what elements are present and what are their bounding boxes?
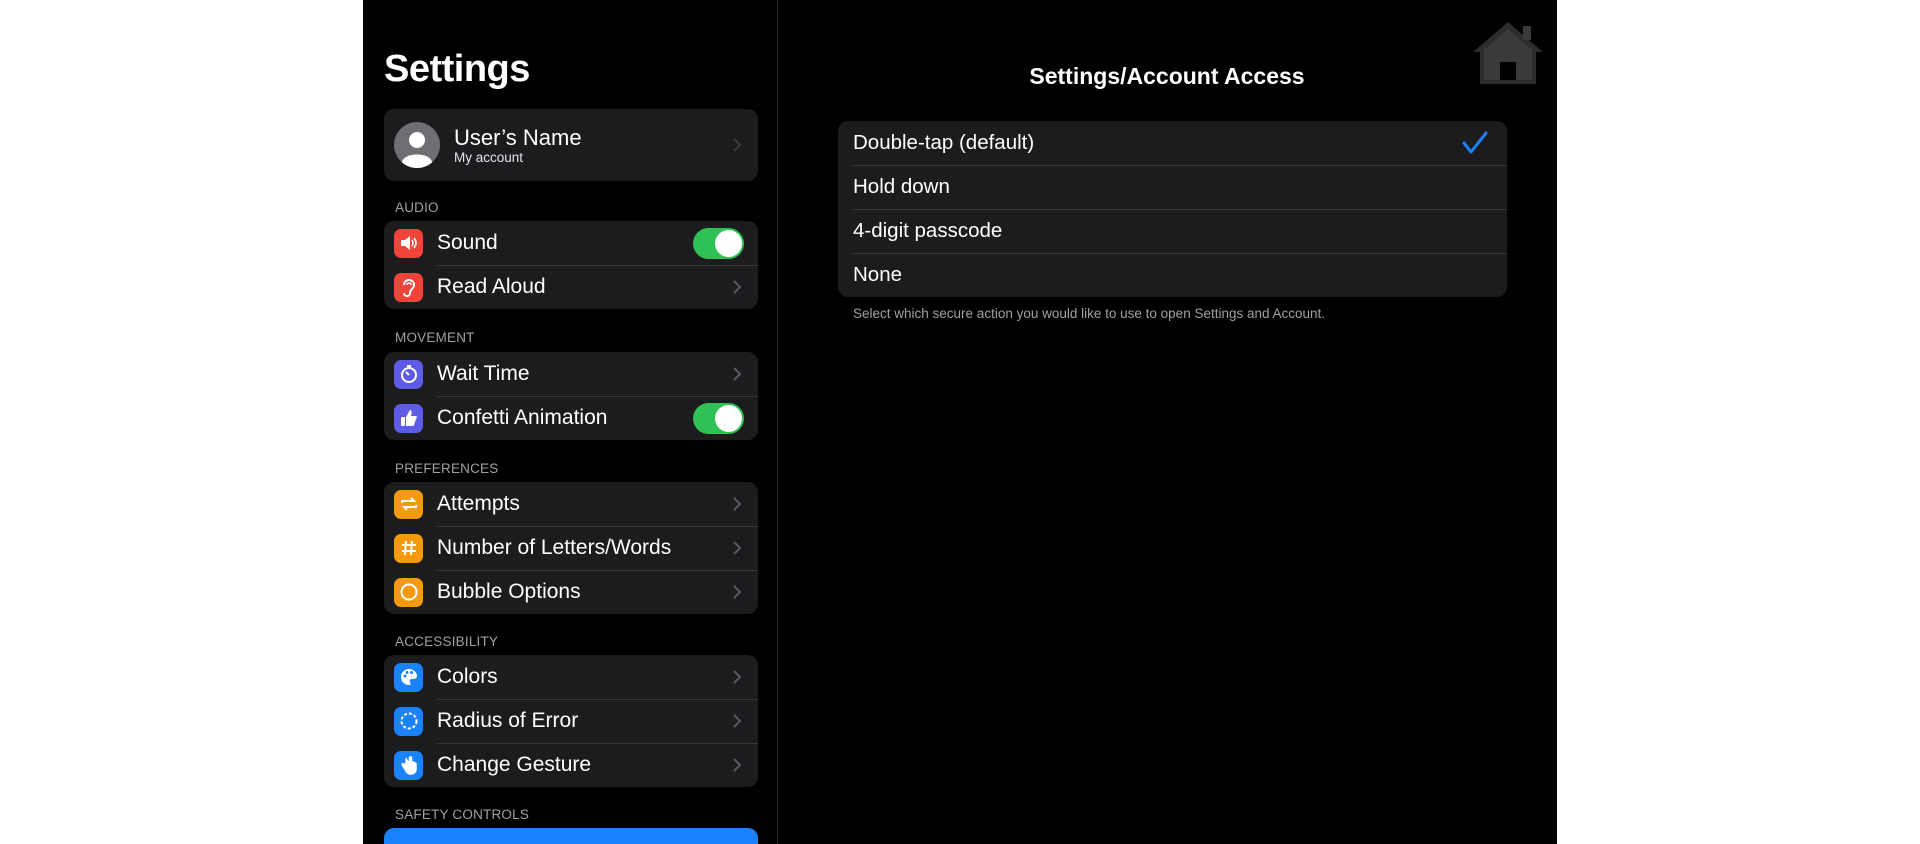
timer-icon <box>394 359 423 389</box>
hand-tap-icon <box>394 750 423 780</box>
option-label: None <box>853 263 903 286</box>
chevron-right-icon <box>733 541 742 555</box>
detail-title: Settings/Account Access <box>1029 63 1305 89</box>
access-options-list: Double-tap (default) Hold down 4-digit p… <box>838 121 1507 297</box>
sidebar-item-attempts[interactable]: Attempts <box>384 482 758 526</box>
avatar-icon <box>394 122 440 168</box>
circle-icon <box>394 577 423 607</box>
sidebar-item-wait-time[interactable]: Wait Time <box>384 352 758 396</box>
hashtag-icon <box>394 533 423 563</box>
option-double-tap[interactable]: Double-tap (default) <box>838 121 1507 165</box>
sidebar-title: Settings <box>384 48 530 90</box>
sidebar-item-radius-of-error[interactable]: Radius of Error <box>384 699 758 743</box>
sidebar-item-label: Read Aloud <box>437 275 546 298</box>
sidebar-item-label: Sound <box>437 231 498 254</box>
account-group: User’s Name My account <box>384 109 758 181</box>
sidebar-item-label: Number of Letters/Words <box>437 536 672 559</box>
account-row[interactable]: User’s Name My account <box>384 109 758 181</box>
option-label: Double-tap (default) <box>853 131 1035 154</box>
chevron-right-icon <box>733 585 742 599</box>
option-none[interactable]: None <box>838 253 1507 297</box>
options-footnote: Select which secure action you would lik… <box>853 306 1326 321</box>
chevron-right-icon <box>733 670 742 684</box>
confetti-toggle[interactable] <box>693 402 744 434</box>
chevron-right-icon <box>733 758 742 772</box>
home-icon[interactable] <box>1469 18 1547 86</box>
settings-sidebar: Settings User’s Name My account AUDIO So… <box>363 0 778 844</box>
sidebar-item-letters-words[interactable]: Number of Letters/Words <box>384 526 758 570</box>
chevron-right-icon <box>733 280 742 294</box>
sound-toggle[interactable] <box>693 227 744 259</box>
thumbs-up-icon <box>394 403 423 433</box>
movement-group: Wait Time Confetti Animation <box>384 352 758 440</box>
checkmark-icon <box>1462 131 1488 154</box>
sidebar-item-label: Confetti Animation <box>437 406 608 429</box>
sidebar-item-colors[interactable]: Colors <box>384 655 758 699</box>
audio-group: Sound Read Aloud <box>384 221 758 309</box>
dashed-circle-icon <box>394 706 423 736</box>
repeat-icon <box>394 489 423 519</box>
speaker-icon <box>394 228 423 258</box>
chevron-right-icon <box>733 138 742 152</box>
section-label-safety: SAFETY CONTROLS <box>395 807 530 822</box>
device-screen: Settings User’s Name My account AUDIO So… <box>363 0 1557 844</box>
user-name: User’s Name <box>454 124 582 150</box>
sidebar-item-label: Wait Time <box>437 362 530 385</box>
sidebar-item-confetti[interactable]: Confetti Animation <box>384 396 758 440</box>
option-hold-down[interactable]: Hold down <box>838 165 1507 209</box>
sidebar-item-account-access-selected[interactable] <box>384 828 758 844</box>
section-label-accessibility: ACCESSIBILITY <box>395 634 499 649</box>
ear-icon <box>394 272 423 302</box>
sidebar-item-label: Bubble Options <box>437 580 581 603</box>
option-passcode[interactable]: 4-digit passcode <box>838 209 1507 253</box>
sidebar-item-label: Change Gesture <box>437 753 592 776</box>
chevron-right-icon <box>733 714 742 728</box>
section-label-preferences: PREFERENCES <box>395 461 499 476</box>
sidebar-item-label: Radius of Error <box>437 709 579 732</box>
chevron-right-icon <box>733 497 742 511</box>
sidebar-item-label: Colors <box>437 665 498 688</box>
user-subtitle: My account <box>454 149 524 165</box>
sidebar-item-change-gesture[interactable]: Change Gesture <box>384 743 758 787</box>
option-label: Hold down <box>853 175 950 198</box>
chevron-right-icon <box>733 367 742 381</box>
section-label-movement: MOVEMENT <box>395 330 475 345</box>
sidebar-item-bubble-options[interactable]: Bubble Options <box>384 570 758 614</box>
sidebar-item-label: Attempts <box>437 492 520 515</box>
section-label-audio: AUDIO <box>395 200 439 215</box>
sidebar-item-sound[interactable]: Sound <box>384 221 758 265</box>
palette-icon <box>394 662 423 692</box>
preferences-group: Attempts Number of Letters/Words Bubble … <box>384 482 758 614</box>
sidebar-item-read-aloud[interactable]: Read Aloud <box>384 265 758 309</box>
accessibility-group: Colors Radius of Error Change Gesture <box>384 655 758 787</box>
option-label: 4-digit passcode <box>853 219 1003 242</box>
